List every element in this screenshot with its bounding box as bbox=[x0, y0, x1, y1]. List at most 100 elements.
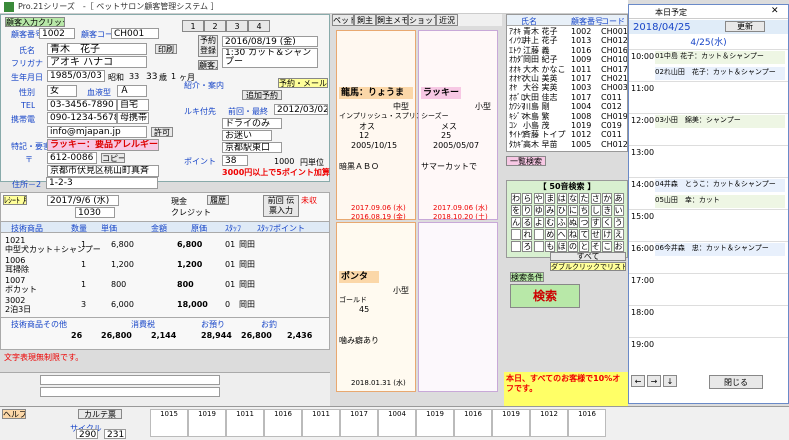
kana-button[interactable]: さ bbox=[590, 193, 601, 204]
url-field-1[interactable] bbox=[40, 375, 220, 385]
kana-button[interactable]: や bbox=[533, 193, 544, 204]
footer-num-cell[interactable]: 1004 bbox=[378, 409, 416, 437]
addr1-field[interactable]: 京都市伏見区桃山町真斉 bbox=[47, 165, 159, 177]
footer-age[interactable]: 290 bbox=[76, 429, 98, 439]
credit-radio[interactable]: クレジット bbox=[171, 207, 211, 218]
time-slot[interactable]: 18:00 bbox=[629, 305, 788, 337]
cond-button[interactable]: ダブルクリックでリストを表示 bbox=[550, 262, 626, 271]
birth-field[interactable]: 1985/03/03 bbox=[47, 70, 105, 82]
kana-button[interactable]: ろ bbox=[522, 241, 533, 252]
kana-button[interactable]: と bbox=[579, 241, 590, 252]
kana-button[interactable] bbox=[511, 229, 521, 240]
kana-button[interactable]: の bbox=[568, 241, 578, 252]
visit-tab-4[interactable]: 4 bbox=[248, 20, 270, 32]
last-date[interactable]: 2012/03/02 bbox=[274, 104, 328, 115]
search-cond-button[interactable]: 検索条件 bbox=[510, 272, 544, 282]
tab-owner[interactable]: 飼主 bbox=[354, 14, 376, 26]
tab-shop[interactable]: ショップ bbox=[408, 14, 436, 26]
time-slot[interactable]: 17:00 bbox=[629, 273, 788, 305]
time-slot[interactable]: 19:00 bbox=[629, 337, 788, 369]
zip-field[interactable]: 612-0086 bbox=[47, 152, 97, 164]
table-row[interactable]: 1006 耳掃除 1 1,200 1,200 01 岡田 bbox=[1, 255, 329, 275]
kana-button[interactable]: も bbox=[545, 241, 556, 252]
list-item[interactable]: ｱｵｷ 青木 花子 1002 CH001 bbox=[507, 27, 627, 36]
customer-no-field[interactable]: 1002 bbox=[39, 28, 75, 39]
kana-button[interactable]: し bbox=[590, 205, 601, 216]
footer-num-cell[interactable]: 1019 bbox=[416, 409, 454, 437]
time-slot[interactable]: 15:00 bbox=[629, 209, 788, 241]
footer-num-cell[interactable]: 1012 bbox=[530, 409, 568, 437]
name-field[interactable]: 青木 花子 bbox=[47, 43, 147, 55]
receipt-button[interactable]: ﾚｼｰﾄ 月 bbox=[3, 195, 27, 205]
tab-recent[interactable]: 近況 bbox=[436, 14, 458, 26]
schedule-entry[interactable]: 06今井森 忠：カット＆シャンプー bbox=[655, 243, 785, 256]
footer-num-cell[interactable]: 1016 bbox=[454, 409, 492, 437]
tab-owner-memo[interactable]: 飼主メモ bbox=[376, 14, 408, 26]
list-item[interactable]: ｷｼﾞﾏ 木島 繁 1008 CH019 bbox=[507, 112, 627, 121]
list-item[interactable]: ｵﾔ 大谷 実英 1003 CH003 bbox=[507, 83, 627, 92]
sales-date[interactable]: 2017/9/6 (水) bbox=[47, 195, 119, 206]
kana-button[interactable]: す bbox=[590, 217, 601, 228]
kana-button[interactable] bbox=[511, 241, 521, 252]
tel-type[interactable]: 自宅 bbox=[117, 99, 149, 111]
add-resv-button[interactable]: 追加予約 bbox=[242, 90, 282, 100]
footer-count[interactable]: 231 bbox=[104, 429, 126, 439]
schedule-entry[interactable]: 01中島 花子：カット＆シャンプー bbox=[655, 51, 785, 64]
tab-pet[interactable]: ペット bbox=[332, 14, 354, 26]
mail-field[interactable]: info@mjapan.jp bbox=[47, 126, 147, 138]
kana-button[interactable]: な bbox=[568, 193, 578, 204]
list-item[interactable]: ｵｵｷ 大木 かなこ 1011 CH017 bbox=[507, 65, 627, 74]
kana-button[interactable]: ぬ bbox=[568, 217, 578, 228]
kana-button[interactable]: お bbox=[613, 241, 624, 252]
kana-button[interactable]: れ bbox=[522, 229, 533, 240]
visit-tab-3[interactable]: 3 bbox=[226, 20, 248, 32]
visit-memo[interactable]: 1:30 カット＆シャンプー bbox=[222, 48, 318, 68]
kana-button[interactable]: む bbox=[545, 217, 556, 228]
schedule-entry[interactable]: 04井森 とうこ：カット＆シャンプー bbox=[655, 179, 785, 192]
kana-button[interactable]: あ bbox=[613, 193, 624, 204]
kana-button[interactable] bbox=[533, 241, 544, 252]
blood-select[interactable]: Ａ bbox=[117, 85, 147, 97]
url-field-2[interactable] bbox=[40, 387, 220, 397]
footer-num-cell[interactable]: 1017 bbox=[340, 409, 378, 437]
footer-num-cell[interactable]: 1011 bbox=[302, 409, 340, 437]
time-slot[interactable]: 13:00 bbox=[629, 145, 788, 177]
kana-button[interactable]: こ bbox=[602, 241, 613, 252]
kana-button[interactable]: ら bbox=[522, 193, 533, 204]
kana-button[interactable]: い bbox=[613, 205, 624, 216]
visit-tab-1[interactable]: 1 bbox=[182, 20, 204, 32]
kana-button[interactable]: ふ bbox=[556, 217, 567, 228]
close-icon[interactable]: ✕ bbox=[771, 6, 779, 16]
kana-button[interactable]: そ bbox=[590, 241, 601, 252]
update-button[interactable]: 更新 bbox=[725, 21, 765, 32]
kana-button[interactable] bbox=[533, 229, 544, 240]
point-field[interactable]: 38 bbox=[222, 155, 248, 166]
list-item[interactable]: ｶﾜｼﾏ 川島 剛 1004 C012 bbox=[507, 102, 627, 111]
table-row[interactable]: 1021 中型犬カット＋シャンプー 1 6,800 6,800 01 岡田 bbox=[1, 235, 329, 255]
schedule-entry[interactable]: 02れ山田 花子：カット＆シャンプー bbox=[655, 67, 785, 80]
kana-button[interactable]: う bbox=[613, 217, 624, 228]
card-button[interactable]: カルテ票 bbox=[78, 409, 122, 419]
list-item[interactable]: ｲﾉｳｴ 井上 花子 1013 CH012 bbox=[507, 36, 627, 45]
list-item[interactable]: ｻｲﾄｳ 斉藤 トイプ 1012 C011 bbox=[507, 130, 627, 139]
print-button[interactable]: 印刷 bbox=[155, 44, 177, 54]
hist-button[interactable]: 顧客入力 bbox=[198, 60, 218, 70]
list-item[interactable]: ｺﾝ 小島 茂 1019 C019 bbox=[507, 121, 627, 130]
mail-permit[interactable]: 許可 bbox=[151, 127, 173, 137]
customer-code-field[interactable]: CH001 bbox=[111, 28, 159, 39]
kana-button[interactable]: へ bbox=[556, 229, 567, 240]
close-button[interactable]: 閉じる bbox=[709, 375, 763, 389]
copy-button[interactable]: コピー bbox=[101, 153, 125, 163]
reserve-button[interactable]: 予約登録 bbox=[198, 35, 218, 57]
list-item[interactable]: ｵｵﾔﾏ 大山 美英 1017 CH021 bbox=[507, 74, 627, 83]
kana-button[interactable]: は bbox=[556, 193, 567, 204]
kana-button[interactable]: つ bbox=[579, 217, 590, 228]
furigana-field[interactable]: アオキ ハナコ bbox=[47, 56, 147, 68]
kana-button[interactable]: を bbox=[511, 205, 521, 216]
kana-button[interactable]: に bbox=[568, 205, 578, 216]
footer-num-cell[interactable]: 1011 bbox=[226, 409, 264, 437]
list-item[interactable]: ﾀｶｷﾞ 高木 早苗 1005 CH012 bbox=[507, 140, 627, 149]
footer-num-cell[interactable]: 1015 bbox=[150, 409, 188, 437]
kana-button[interactable]: ゆ bbox=[533, 205, 544, 216]
all-button[interactable]: すべて bbox=[550, 252, 626, 261]
